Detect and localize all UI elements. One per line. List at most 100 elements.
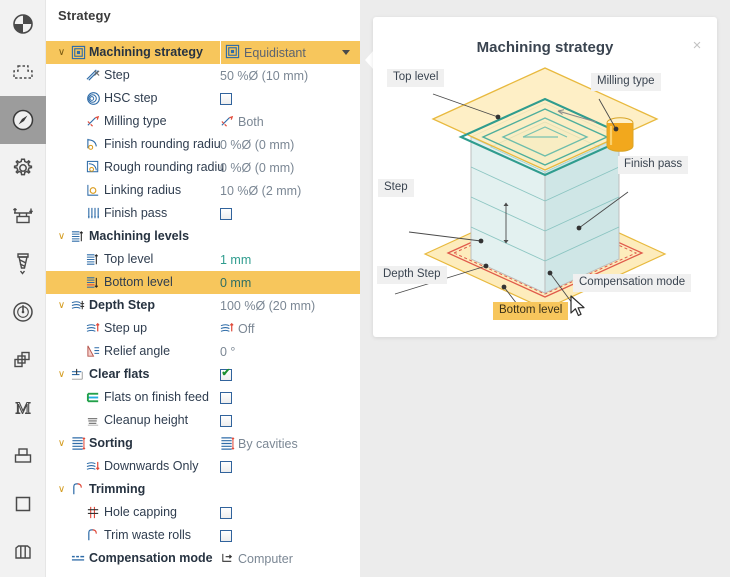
tree-row-value[interactable]: 0 %Ø (0 mm) [220,133,360,156]
tree-row[interactable]: Finish pass [46,202,360,225]
tree-row[interactable]: Rough rounding radiu 0 %Ø (0 mm) [46,156,360,179]
tree-row[interactable]: Finish rounding radiu 0 %Ø (0 mm) [46,133,360,156]
tree-row-value-text: Both [238,114,264,129]
chevron-down-icon[interactable]: ∨ [54,438,69,449]
strategy-panel: Strategy ∨ Machining strategy Equidistant S… [46,0,360,577]
tree-row-value: ✔ [220,363,360,386]
tree-row-value-text: 100 %Ø (20 mm) [220,298,316,313]
milling-type-icon [220,114,235,129]
tree-row[interactable]: Cleanup height [46,409,360,432]
tree-row[interactable]: Trim waste rolls [46,524,360,547]
tree-row-value[interactable]: 10 %Ø (2 mm) [220,179,360,202]
tree-row[interactable]: ∨ Machining strategy Equidistant [46,41,360,64]
app-window: M Strategy ∨ Machining strategy Equidist… [0,0,730,577]
rail-item-geometry[interactable] [0,432,46,480]
rail-item-settings[interactable] [0,144,46,192]
tree-row-value [220,409,360,432]
strategy-tree[interactable]: ∨ Machining strategy Equidistant Step 50 %Ø … [46,41,360,570]
tree-row[interactable]: Hole capping [46,501,360,524]
tree-row-value[interactable]: By cavities [220,432,360,455]
top-level-icon [84,252,103,267]
rail-item-layers[interactable] [0,336,46,384]
checkbox[interactable] [220,391,232,404]
checkbox[interactable]: ✔ [220,368,232,381]
tree-row[interactable]: HSC step [46,87,360,110]
rail-item-macro[interactable]: M [0,384,46,432]
rail-item-surface[interactable] [0,480,46,528]
hole-capping-icon [84,505,103,520]
rail-item-tool[interactable] [0,240,46,288]
chevron-down-icon[interactable]: ∨ [54,484,69,495]
tree-row[interactable]: Compensation mode Computer [46,547,360,570]
machining-levels-icon [69,229,88,244]
machining-strategy-dropdown[interactable]: Equidistant [220,41,360,64]
tree-row-label: Machining levels [89,229,190,243]
checkbox[interactable] [220,92,232,105]
sorting-icon [220,436,235,451]
tree-row-value[interactable]: Both [220,110,360,133]
rail-item-columns[interactable] [0,528,46,576]
step-up-icon [220,321,235,336]
tree-row[interactable]: Linking radius 10 %Ø (2 mm) [46,179,360,202]
tree-row-value[interactable]: 50 %Ø (10 mm) [220,64,360,87]
tree-row-value[interactable]: 1 mm [220,248,360,271]
diagram-svg [394,67,667,310]
linking-radius-icon [84,183,103,198]
checkbox[interactable] [220,506,232,519]
finish-pass-icon [84,206,103,221]
chevron-down-icon[interactable]: ∨ [54,369,69,380]
tree-row[interactable]: ∨ Sorting By cavities [46,432,360,455]
compensation-mode-icon [220,551,235,566]
tree-row[interactable]: Bottom level 0 mm [46,271,360,294]
checkbox[interactable] [220,460,232,473]
tree-row-value[interactable]: 0 ° [220,340,360,363]
tree-row[interactable]: Step up Off [46,317,360,340]
popup-title: Machining strategy [476,39,614,56]
callout-finish-pass: Finish pass [618,156,689,174]
close-icon[interactable]: × [689,37,705,53]
tree-row[interactable]: Relief angle 0 ° [46,340,360,363]
tree-row-value-text: 0 %Ø (0 mm) [220,137,295,152]
callout-bottom-level: Bottom level [493,302,569,320]
checkbox[interactable] [220,414,232,427]
tree-row-value[interactable]: Computer [220,547,360,570]
tree-row-value[interactable]: 0 mm [220,271,360,294]
tree-row[interactable]: Milling type Both [46,110,360,133]
mouse-cursor [570,295,588,324]
step-up-icon [84,321,103,336]
svg-text:M: M [15,399,30,418]
tree-row[interactable]: ∨ Depth Step 100 %Ø (20 mm) [46,294,360,317]
tree-row[interactable]: ∨ Machining levels [46,225,360,248]
tree-row[interactable]: Step 50 %Ø (10 mm) [46,64,360,87]
rail-item-clamping[interactable] [0,192,46,240]
tree-row-value[interactable]: 0 %Ø (0 mm) [220,156,360,179]
chevron-down-icon[interactable]: ∨ [54,47,69,58]
tree-row-value[interactable]: 100 %Ø (20 mm) [220,294,360,317]
tree-row-value-text: 0 %Ø (0 mm) [220,160,295,175]
step-icon [84,68,103,83]
tree-row-value-text: 1 mm [220,252,252,267]
trim-waste-rolls-icon [84,528,103,543]
chevron-down-icon[interactable]: ∨ [54,300,69,311]
dropdown-selected-value: Equidistant [244,45,306,60]
icon-rail: M [0,0,46,577]
machining-strategy-popup: Machining strategy × Top level Milling t… [373,17,717,337]
chevron-down-icon[interactable]: ∨ [54,231,69,242]
tree-row[interactable]: ∨ Clear flats ✔ [46,363,360,386]
tree-row-value[interactable]: Off [220,317,360,340]
rail-item-feeds[interactable] [0,288,46,336]
downwards-only-icon [84,459,103,474]
tree-row[interactable]: Flats on finish feed [46,386,360,409]
tree-row[interactable]: ∨ Trimming [46,478,360,501]
rail-item-strategy[interactable] [0,96,46,144]
tree-row[interactable]: Downwards Only [46,455,360,478]
checkbox[interactable] [220,529,232,542]
checkbox[interactable] [220,207,232,220]
tree-row[interactable]: Top level 1 mm [46,248,360,271]
tree-row-value-text: 0 mm [220,275,252,290]
rail-item-job[interactable] [0,0,46,48]
chevron-down-icon[interactable] [342,50,350,55]
callout-compensation-mode: Compensation mode [573,274,692,292]
rail-item-stock[interactable] [0,48,46,96]
machining-strategy-diagram: Top level Milling type Step Finish pass … [373,59,717,334]
